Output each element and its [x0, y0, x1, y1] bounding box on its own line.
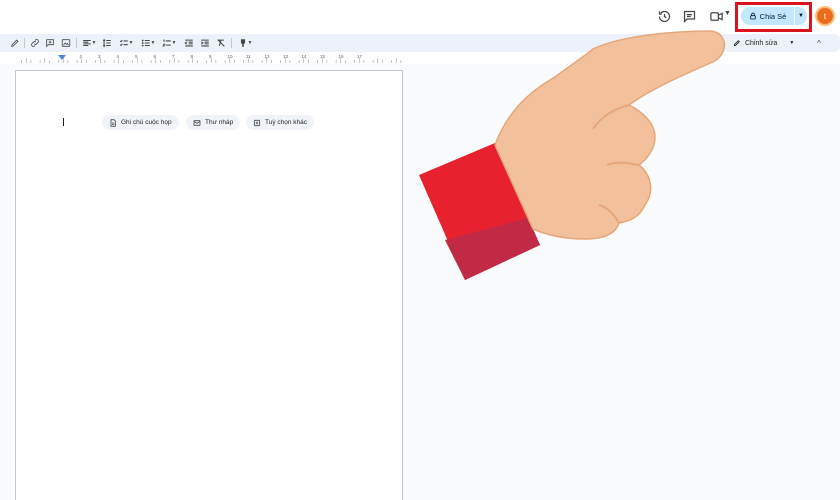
editing-mode-label: Chỉnh sửa [745, 39, 778, 47]
chip-email-draft[interactable]: Thư nháp [186, 115, 241, 130]
increase-indent-icon[interactable] [200, 37, 210, 49]
numbered-list-icon[interactable]: ▼ [161, 37, 177, 49]
image-icon[interactable] [61, 37, 71, 49]
share-button[interactable]: Chia Sẻ [741, 7, 794, 25]
avatar-initial: t [823, 11, 827, 21]
ruler-number: 7 [172, 54, 175, 59]
email-draft-icon [193, 119, 201, 126]
align-icon[interactable]: ▼ [81, 37, 97, 49]
document-icon [110, 118, 116, 127]
ruler-number: 1 [61, 54, 64, 59]
ruler-numbers: 1 2 3 4 5 6 7 8 9 10 11 12 13 14 15 16 17 [0, 54, 410, 64]
ruler-number: 3 [98, 54, 101, 59]
decrease-indent-icon[interactable] [184, 37, 194, 49]
lock-icon [749, 12, 756, 20]
document-page[interactable] [15, 70, 403, 500]
meet-dropdown-icon[interactable]: ▼ [724, 10, 732, 20]
bullet-list-icon[interactable]: ▼ [140, 37, 156, 49]
editing-mode-dropdown[interactable]: Chỉnh sửa ▼ [733, 35, 811, 51]
clear-formatting-icon[interactable] [216, 37, 226, 49]
ruler-number: 8 [190, 54, 194, 59]
ruler-number: 11 [246, 54, 251, 59]
ruler-number: 5 [135, 54, 138, 59]
ruler-number: 10 [227, 54, 233, 59]
pointing-hand-illustration [419, 30, 725, 280]
more-options-icon [253, 119, 261, 126]
text-cursor [63, 118, 64, 126]
toolbar-divider [24, 38, 25, 48]
history-icon[interactable] [654, 6, 674, 26]
toolbar-divider [231, 38, 232, 48]
ruler-number: 15 [320, 54, 326, 59]
comment-icon[interactable] [679, 6, 699, 26]
horizontal-ruler[interactable]: 1 2 3 4 5 6 7 8 9 10 11 12 13 14 15 16 17 [0, 54, 410, 64]
ruler-number: 13 [283, 54, 289, 59]
meet-icon[interactable] [706, 6, 726, 26]
chip-label: Thư nháp [205, 119, 234, 126]
share-label: Chia Sẻ [759, 11, 787, 21]
paint-icon[interactable]: ▼ [237, 37, 253, 49]
ruler-number: 17 [357, 54, 363, 59]
add-comment-icon[interactable] [45, 37, 55, 49]
ruler-number: 12 [264, 54, 270, 59]
line-spacing-icon[interactable] [102, 37, 112, 49]
ruler-number: 9 [209, 54, 212, 59]
chevron-down-icon: ▼ [789, 40, 795, 46]
checklist-icon[interactable]: ▼ [118, 37, 134, 49]
pen-icon[interactable] [10, 37, 20, 49]
chip-more-options[interactable]: Tuỳ chọn khác [246, 115, 315, 130]
ruler-number: 16 [338, 54, 344, 59]
ruler-number: 4 [116, 54, 120, 59]
avatar[interactable]: t [815, 6, 835, 26]
link-icon[interactable] [30, 37, 40, 49]
collapse-menus-icon[interactable]: ^ [812, 36, 826, 50]
toolbar-divider [76, 38, 77, 48]
chip-meeting-notes[interactable]: Ghi chú cuộc họp [102, 115, 179, 130]
ruler-number: 14 [301, 54, 307, 59]
chip-label: Tuỳ chọn khác [265, 119, 308, 126]
chip-label: Ghi chú cuộc họp [121, 119, 172, 126]
ruler-number: 6 [153, 54, 157, 59]
ruler-number: 2 [79, 54, 83, 59]
hand-palm [494, 30, 725, 240]
